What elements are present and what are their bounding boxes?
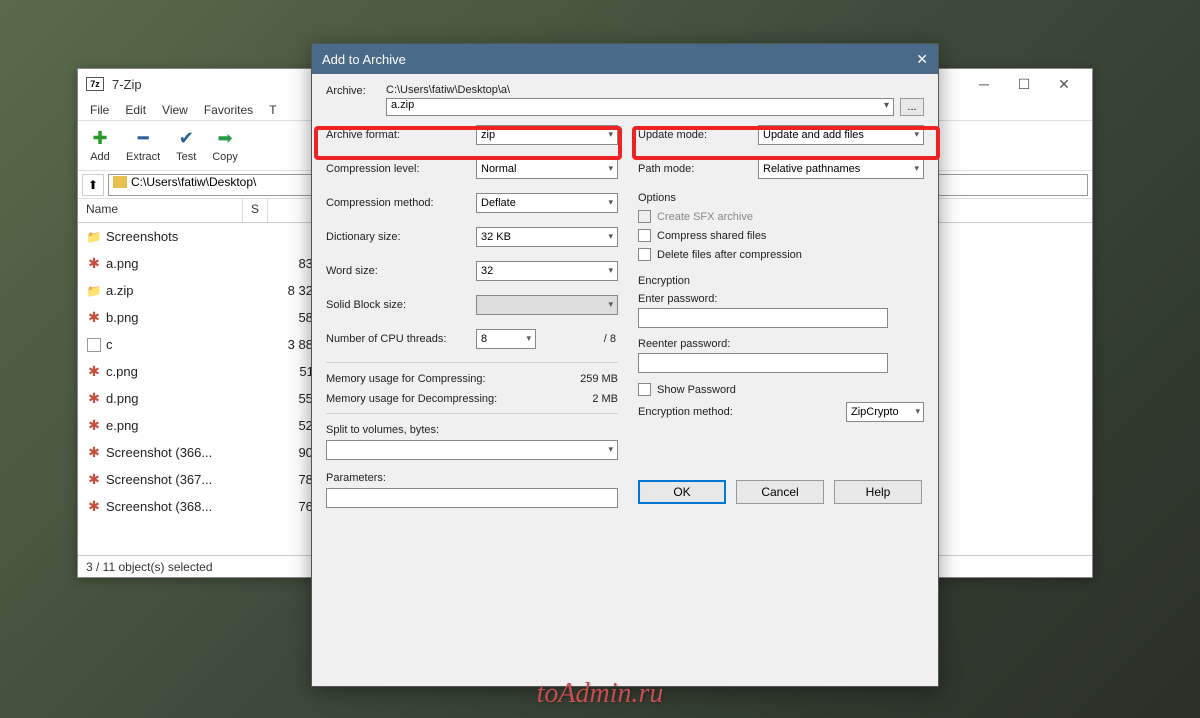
maximize-button[interactable]: ☐: [1004, 70, 1044, 98]
menu-edit[interactable]: Edit: [117, 101, 154, 119]
archive-path: C:\Users\fatiw\Desktop\a\: [386, 84, 924, 96]
delete-label: Delete files after compression: [657, 249, 802, 261]
menu-view[interactable]: View: [154, 101, 196, 119]
menu-file[interactable]: File: [82, 101, 117, 119]
pathmode-select[interactable]: Relative pathnames: [758, 159, 924, 179]
method-label: Compression method:: [326, 197, 476, 209]
mem-comp-label: Memory usage for Compressing:: [326, 373, 486, 385]
file-name: Screenshot (367...: [106, 472, 251, 487]
extract-button[interactable]: ━Extract: [126, 129, 160, 163]
mem-decomp-label: Memory usage for Decompressing:: [326, 393, 497, 405]
up-button[interactable]: ⬆: [82, 174, 104, 196]
file-icon: ✱: [86, 364, 102, 380]
enc-method-label: Encryption method:: [638, 406, 733, 418]
dict-label: Dictionary size:: [326, 231, 476, 243]
file-name: Screenshot (366...: [106, 445, 251, 460]
cpu-select[interactable]: 8: [476, 329, 536, 349]
method-select[interactable]: Deflate: [476, 193, 618, 213]
reenter-pwd-label: Reenter password:: [638, 338, 924, 350]
col-name[interactable]: Name: [78, 199, 243, 222]
update-select[interactable]: Update and add files: [758, 125, 924, 145]
archive-label: Archive:: [326, 84, 386, 97]
file-icon: [86, 337, 102, 353]
reenter-pwd-input[interactable]: [638, 353, 888, 373]
sfx-label: Create SFX archive: [657, 211, 753, 223]
delete-checkbox[interactable]: [638, 248, 651, 261]
shared-label: Compress shared files: [657, 230, 766, 242]
dialog-titlebar: Add to Archive ✕: [312, 44, 938, 74]
app-icon: 7z: [86, 77, 104, 91]
block-select: [476, 295, 618, 315]
file-name: b.png: [106, 310, 251, 325]
format-label: Archive format:: [326, 129, 476, 141]
file-icon: 📁: [86, 229, 102, 245]
cancel-button[interactable]: Cancel: [736, 480, 824, 504]
add-to-archive-dialog: Add to Archive ✕ Archive: C:\Users\fatiw…: [311, 43, 939, 687]
word-label: Word size:: [326, 265, 476, 277]
shared-checkbox[interactable]: [638, 229, 651, 242]
file-name: e.png: [106, 418, 251, 433]
menu-tools[interactable]: T: [261, 101, 284, 119]
help-button[interactable]: Help: [834, 480, 922, 504]
level-select[interactable]: Normal: [476, 159, 618, 179]
file-name: Screenshots: [106, 229, 251, 244]
file-name: a.png: [106, 256, 251, 271]
format-select[interactable]: zip: [476, 125, 618, 145]
enc-method-select[interactable]: ZipCrypto: [846, 402, 924, 422]
browse-button[interactable]: ...: [900, 98, 924, 116]
copy-button[interactable]: ➡Copy: [212, 129, 238, 163]
cpu-max: / 8: [604, 333, 618, 345]
dialog-close-icon[interactable]: ✕: [916, 51, 928, 68]
param-label: Parameters:: [326, 472, 618, 484]
update-label: Update mode:: [638, 129, 758, 141]
enter-pwd-input[interactable]: [638, 308, 888, 328]
file-icon: ✱: [86, 391, 102, 407]
dialog-title: Add to Archive: [322, 52, 406, 67]
file-name: c: [106, 337, 251, 352]
file-icon: ✱: [86, 472, 102, 488]
dict-select[interactable]: 32 KB: [476, 227, 618, 247]
file-icon: ✱: [86, 256, 102, 272]
archive-name-input[interactable]: a.zip: [386, 98, 894, 116]
file-icon: ✱: [86, 499, 102, 515]
param-input[interactable]: [326, 488, 618, 508]
enter-pwd-label: Enter password:: [638, 293, 924, 305]
add-button[interactable]: ✚Add: [88, 129, 112, 163]
app-title: 7-Zip: [112, 77, 142, 92]
split-input[interactable]: [326, 440, 618, 460]
watermark: toAdmin.ru: [537, 678, 664, 710]
block-label: Solid Block size:: [326, 299, 476, 311]
mem-decomp-val: 2 MB: [592, 393, 618, 405]
split-label: Split to volumes, bytes:: [326, 424, 618, 436]
ok-button[interactable]: OK: [638, 480, 726, 504]
encryption-label: Encryption: [638, 275, 924, 287]
show-pwd-label: Show Password: [657, 384, 736, 396]
pathmode-label: Path mode:: [638, 163, 758, 175]
word-select[interactable]: 32: [476, 261, 618, 281]
minimize-button[interactable]: ─: [964, 70, 1004, 98]
menu-favorites[interactable]: Favorites: [196, 101, 261, 119]
options-label: Options: [638, 192, 924, 204]
file-icon: ✱: [86, 310, 102, 326]
level-label: Compression level:: [326, 163, 476, 175]
file-name: Screenshot (368...: [106, 499, 251, 514]
file-icon: ✱: [86, 445, 102, 461]
test-button[interactable]: ✔Test: [174, 129, 198, 163]
mem-comp-val: 259 MB: [580, 373, 618, 385]
file-icon: 📁: [86, 283, 102, 299]
file-name: c.png: [106, 364, 251, 379]
close-button[interactable]: ✕: [1044, 70, 1084, 98]
file-icon: ✱: [86, 418, 102, 434]
cpu-label: Number of CPU threads:: [326, 333, 476, 345]
sfx-checkbox: [638, 210, 651, 223]
show-pwd-checkbox[interactable]: [638, 383, 651, 396]
file-name: d.png: [106, 391, 251, 406]
file-name: a.zip: [106, 283, 251, 298]
col-size[interactable]: S: [243, 199, 268, 222]
